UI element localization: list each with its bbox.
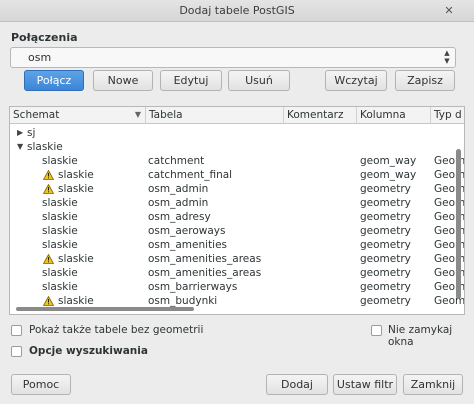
sort-down-icon: ▼ [134, 110, 141, 119]
tree-node-label: slaskie [27, 141, 63, 153]
vertical-scrollbar[interactable] [454, 125, 463, 314]
save-button[interactable]: Zapisz [395, 70, 455, 91]
cell-column: geometry [360, 267, 411, 279]
cell-schema: slaskie [42, 155, 78, 167]
connections-label: Połączenia [11, 31, 78, 44]
tables-view[interactable]: Schemat ▼ Tabela Komentarz Kolumna Typ d… [9, 106, 465, 315]
horizontal-scrollbar-thumb[interactable] [16, 307, 194, 311]
warning-icon [42, 253, 55, 264]
updown-arrows-icon: ▲ ▼ [444, 49, 450, 65]
cell-column: geometry [360, 183, 411, 195]
cell-table: osm_amenities_areas [148, 267, 262, 279]
cell-schema: slaskie [58, 253, 94, 265]
tree-node-0[interactable]: ▶ sj [10, 126, 454, 140]
cell-schema: slaskie [42, 197, 78, 209]
tree-node-1[interactable]: ▼ slaskie [10, 140, 454, 154]
set-filter-button[interactable]: Ustaw filtr [333, 374, 397, 395]
title-bar: Dodaj tabele PostGIS ✕ [0, 0, 474, 22]
cell-schema: slaskie [42, 211, 78, 223]
cell-column: geometry [360, 281, 411, 293]
keep-open-checkbox[interactable] [371, 325, 382, 336]
connection-select[interactable]: osm ▲ ▼ [10, 47, 456, 68]
warning-icon [42, 169, 55, 180]
cell-table: osm_admin [148, 197, 209, 209]
table-row[interactable]: slaskie catchment_final geom_way Geom [10, 168, 464, 182]
table-row[interactable]: slaskie osm_amenities_areas geometry Geom [10, 266, 464, 280]
cell-schema: slaskie [42, 281, 78, 293]
cell-schema: slaskie [42, 267, 78, 279]
cell-table: osm_amenities_areas [148, 253, 262, 265]
table-header: Schemat ▼ Tabela Komentarz Kolumna Typ d [10, 107, 464, 124]
help-button[interactable]: Pomoc [11, 374, 71, 395]
cell-schema: slaskie [42, 225, 78, 237]
search-options-label: Opcje wyszukiwania [29, 345, 148, 357]
close-button[interactable]: Zamknij [403, 374, 463, 395]
horizontal-scrollbar[interactable] [11, 305, 454, 313]
cell-table: osm_amenities [148, 239, 228, 251]
column-header-table[interactable]: Tabela [146, 107, 284, 124]
column-header-column[interactable]: Kolumna [357, 107, 431, 124]
cell-table: osm_adresy [148, 211, 211, 223]
show-no-geometry-checkbox[interactable] [11, 325, 22, 336]
column-header-comment[interactable]: Komentarz [284, 107, 357, 124]
delete-button[interactable]: Usuń [228, 70, 290, 91]
vertical-scrollbar-thumb[interactable] [456, 149, 461, 299]
cell-table: osm_aeroways [148, 225, 226, 237]
column-header-schema[interactable]: Schemat ▼ [10, 107, 146, 124]
cell-column: geom_way [360, 169, 417, 181]
keep-open-label: Nie zamykaj okna [388, 324, 453, 348]
warning-icon [42, 183, 55, 194]
new-button[interactable]: Nowe [93, 70, 153, 91]
cell-table: osm_barrierways [148, 281, 238, 293]
cell-table: osm_admin [148, 183, 209, 195]
expand-down-icon[interactable]: ▼ [17, 140, 23, 154]
table-row[interactable]: slaskie osm_admin geometry Geom [10, 196, 464, 210]
window-title: Dodaj tabele PostGIS [179, 4, 295, 17]
search-options-checkbox[interactable] [11, 346, 22, 357]
connect-button[interactable]: Połącz [24, 70, 84, 91]
connection-select-value: osm [28, 51, 52, 64]
tree-node-label: sj [27, 127, 36, 139]
cell-table: catchment_final [148, 169, 233, 181]
table-row[interactable]: slaskie osm_aeroways geometry Geom [10, 224, 464, 238]
close-icon[interactable]: ✕ [442, 4, 456, 18]
cell-column: geometry [360, 211, 411, 223]
cell-column: geometry [360, 239, 411, 251]
cell-schema: slaskie [58, 169, 94, 181]
cell-table: catchment [148, 155, 205, 167]
cell-schema: slaskie [58, 183, 94, 195]
cell-column: geometry [360, 225, 411, 237]
table-row[interactable]: slaskie osm_adresy geometry Geom [10, 210, 464, 224]
edit-button[interactable]: Edytuj [160, 70, 222, 91]
table-row[interactable]: slaskie osm_amenities_areas geometry Geom [10, 252, 464, 266]
column-header-type[interactable]: Typ d [431, 107, 464, 124]
expand-right-icon[interactable]: ▶ [17, 126, 23, 140]
table-row[interactable]: slaskie catchment geom_way Geom [10, 154, 464, 168]
cell-column: geometry [360, 197, 411, 209]
add-button[interactable]: Dodaj [266, 374, 328, 395]
table-row[interactable]: slaskie osm_admin geometry Geom [10, 182, 464, 196]
load-button[interactable]: Wczytaj [325, 70, 387, 91]
cell-column: geom_way [360, 155, 417, 167]
show-no-geometry-label: Pokaż także tabele bez geometrii [29, 324, 204, 336]
cell-column: geometry [360, 253, 411, 265]
table-row[interactable]: slaskie osm_amenities geometry Geom [10, 238, 464, 252]
cell-schema: slaskie [42, 239, 78, 251]
table-row[interactable]: slaskie osm_barrierways geometry Geom [10, 280, 464, 294]
